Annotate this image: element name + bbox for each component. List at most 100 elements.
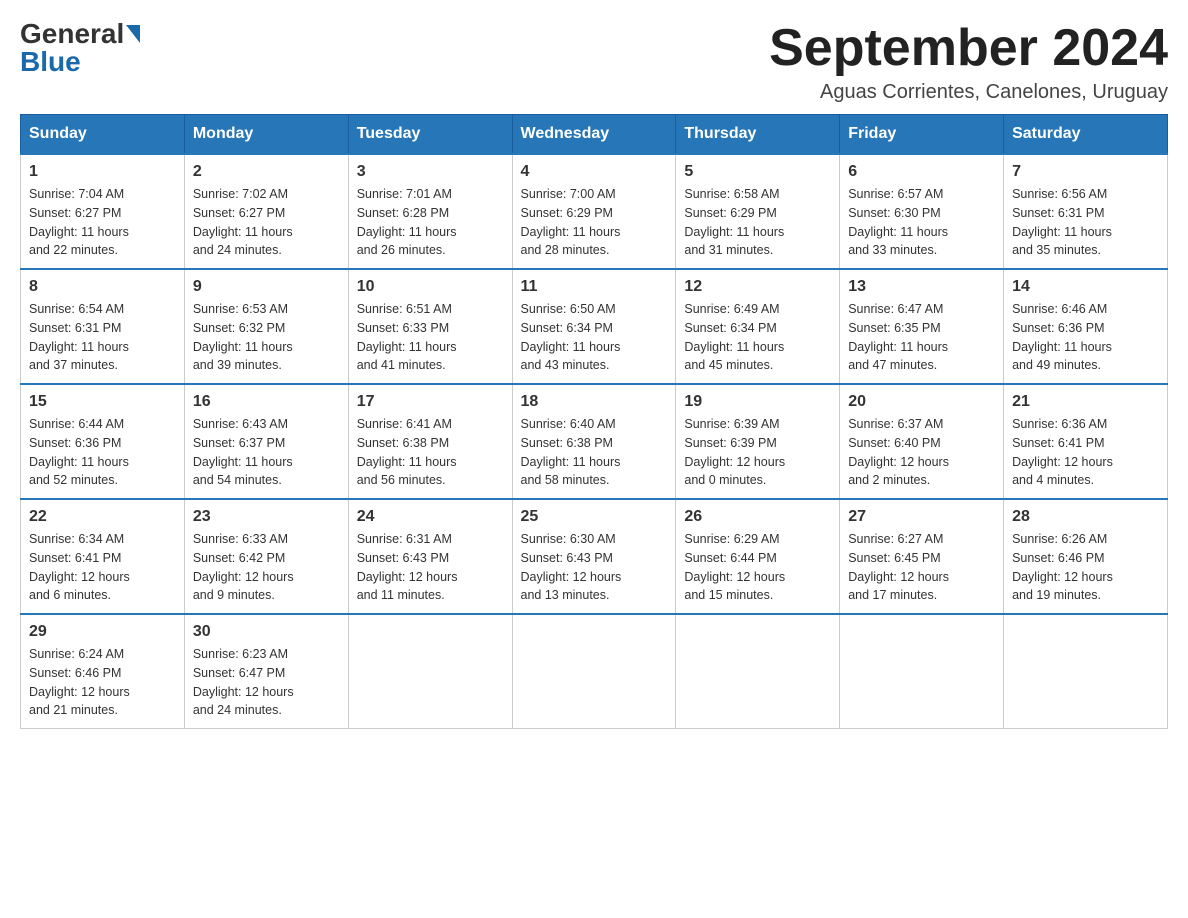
day-number: 24 bbox=[357, 508, 504, 526]
day-info: Sunrise: 6:49 AM Sunset: 6:34 PM Dayligh… bbox=[684, 300, 831, 375]
day-info: Sunrise: 7:04 AM Sunset: 6:27 PM Dayligh… bbox=[29, 185, 176, 260]
day-number: 18 bbox=[521, 393, 668, 411]
logo-arrow-icon bbox=[126, 25, 140, 43]
day-info: Sunrise: 6:44 AM Sunset: 6:36 PM Dayligh… bbox=[29, 415, 176, 490]
day-info: Sunrise: 6:58 AM Sunset: 6:29 PM Dayligh… bbox=[684, 185, 831, 260]
day-number: 20 bbox=[848, 393, 995, 411]
calendar-cell: 20 Sunrise: 6:37 AM Sunset: 6:40 PM Dayli… bbox=[840, 384, 1004, 499]
day-number: 11 bbox=[521, 278, 668, 296]
day-info: Sunrise: 6:46 AM Sunset: 6:36 PM Dayligh… bbox=[1012, 300, 1159, 375]
calendar-cell: 6Sunrise: 6:57 AM Sunset: 6:30 PM Daylig… bbox=[840, 154, 1004, 269]
calendar-cell: 1 Sunrise: 7:04 AM Sunset: 6:27 PM Daylig… bbox=[21, 154, 185, 269]
calendar-header: SundayMondayTuesdayWednesdayThursdayFrid… bbox=[21, 115, 1168, 155]
calendar-cell: 8 Sunrise: 6:54 AM Sunset: 6:31 PM Daylig… bbox=[21, 269, 185, 384]
calendar-cell: 11 Sunrise: 6:50 AM Sunset: 6:34 PM Dayli… bbox=[512, 269, 676, 384]
day-info: Sunrise: 6:54 AM Sunset: 6:31 PM Dayligh… bbox=[29, 300, 176, 375]
calendar-cell: 7 Sunrise: 6:56 AM Sunset: 6:31 PM Daylig… bbox=[1004, 154, 1168, 269]
day-number: 7 bbox=[1012, 163, 1159, 181]
calendar-cell: 13 Sunrise: 6:47 AM Sunset: 6:35 PM Dayli… bbox=[840, 269, 1004, 384]
day-number: 4 bbox=[521, 163, 668, 181]
calendar-cell bbox=[1004, 614, 1168, 729]
day-info: Sunrise: 7:01 AM Sunset: 6:28 PM Dayligh… bbox=[357, 185, 504, 260]
day-number: 9 bbox=[193, 278, 340, 296]
day-number: 28 bbox=[1012, 508, 1159, 526]
day-number: 29 bbox=[29, 623, 176, 641]
day-number: 1 bbox=[29, 163, 176, 181]
calendar-cell: 18 Sunrise: 6:40 AM Sunset: 6:38 PM Dayli… bbox=[512, 384, 676, 499]
day-number: 27 bbox=[848, 508, 995, 526]
day-info: Sunrise: 6:40 AM Sunset: 6:38 PM Dayligh… bbox=[521, 415, 668, 490]
calendar-cell: 2 Sunrise: 7:02 AM Sunset: 6:27 PM Daylig… bbox=[184, 154, 348, 269]
week-row-1: 1 Sunrise: 7:04 AM Sunset: 6:27 PM Daylig… bbox=[21, 154, 1168, 269]
day-info: Sunrise: 6:34 AM Sunset: 6:41 PM Dayligh… bbox=[29, 530, 176, 605]
calendar-cell: 15 Sunrise: 6:44 AM Sunset: 6:36 PM Dayli… bbox=[21, 384, 185, 499]
header-cell-sunday: Sunday bbox=[21, 115, 185, 155]
day-info: Sunrise: 6:43 AM Sunset: 6:37 PM Dayligh… bbox=[193, 415, 340, 490]
day-info: Sunrise: 6:53 AM Sunset: 6:32 PM Dayligh… bbox=[193, 300, 340, 375]
day-number: 5 bbox=[684, 163, 831, 181]
day-number: 10 bbox=[357, 278, 504, 296]
day-info: Sunrise: 7:02 AM Sunset: 6:27 PM Dayligh… bbox=[193, 185, 340, 260]
week-row-4: 22 Sunrise: 6:34 AM Sunset: 6:41 PM Dayli… bbox=[21, 499, 1168, 614]
day-info: Sunrise: 6:41 AM Sunset: 6:38 PM Dayligh… bbox=[357, 415, 504, 490]
calendar-cell: 5 Sunrise: 6:58 AM Sunset: 6:29 PM Daylig… bbox=[676, 154, 840, 269]
week-row-3: 15 Sunrise: 6:44 AM Sunset: 6:36 PM Dayli… bbox=[21, 384, 1168, 499]
day-number: 12 bbox=[684, 278, 831, 296]
calendar-cell: 3Sunrise: 7:01 AM Sunset: 6:28 PM Daylig… bbox=[348, 154, 512, 269]
calendar-cell: 17 Sunrise: 6:41 AM Sunset: 6:38 PM Dayli… bbox=[348, 384, 512, 499]
logo-general-text: General bbox=[20, 20, 124, 48]
header-cell-wednesday: Wednesday bbox=[512, 115, 676, 155]
day-number: 17 bbox=[357, 393, 504, 411]
header-cell-saturday: Saturday bbox=[1004, 115, 1168, 155]
logo: General Blue bbox=[20, 20, 140, 76]
calendar-cell: 25 Sunrise: 6:30 AM Sunset: 6:43 PM Dayli… bbox=[512, 499, 676, 614]
logo-blue-text: Blue bbox=[20, 48, 81, 76]
header-row: SundayMondayTuesdayWednesdayThursdayFrid… bbox=[21, 115, 1168, 155]
day-number: 15 bbox=[29, 393, 176, 411]
page-header: General Blue September 2024 Aguas Corrie… bbox=[20, 20, 1168, 104]
calendar-cell: 19Sunrise: 6:39 AM Sunset: 6:39 PM Dayli… bbox=[676, 384, 840, 499]
calendar-cell: 22 Sunrise: 6:34 AM Sunset: 6:41 PM Dayli… bbox=[21, 499, 185, 614]
day-number: 2 bbox=[193, 163, 340, 181]
day-info: Sunrise: 6:31 AM Sunset: 6:43 PM Dayligh… bbox=[357, 530, 504, 605]
calendar-cell: 29 Sunrise: 6:24 AM Sunset: 6:46 PM Dayli… bbox=[21, 614, 185, 729]
day-number: 16 bbox=[193, 393, 340, 411]
day-info: Sunrise: 6:26 AM Sunset: 6:46 PM Dayligh… bbox=[1012, 530, 1159, 605]
calendar-cell: 16 Sunrise: 6:43 AM Sunset: 6:37 PM Dayli… bbox=[184, 384, 348, 499]
day-info: Sunrise: 6:57 AM Sunset: 6:30 PM Dayligh… bbox=[848, 185, 995, 260]
day-info: Sunrise: 6:47 AM Sunset: 6:35 PM Dayligh… bbox=[848, 300, 995, 375]
day-info: Sunrise: 6:50 AM Sunset: 6:34 PM Dayligh… bbox=[521, 300, 668, 375]
day-info: Sunrise: 6:30 AM Sunset: 6:43 PM Dayligh… bbox=[521, 530, 668, 605]
day-number: 8 bbox=[29, 278, 176, 296]
week-row-2: 8 Sunrise: 6:54 AM Sunset: 6:31 PM Daylig… bbox=[21, 269, 1168, 384]
day-info: Sunrise: 6:24 AM Sunset: 6:46 PM Dayligh… bbox=[29, 645, 176, 720]
title-block: September 2024 Aguas Corrientes, Canelon… bbox=[769, 20, 1168, 104]
header-cell-monday: Monday bbox=[184, 115, 348, 155]
calendar-cell bbox=[840, 614, 1004, 729]
day-info: Sunrise: 6:23 AM Sunset: 6:47 PM Dayligh… bbox=[193, 645, 340, 720]
calendar-cell bbox=[348, 614, 512, 729]
calendar-cell: 4 Sunrise: 7:00 AM Sunset: 6:29 PM Daylig… bbox=[512, 154, 676, 269]
calendar-cell: 26Sunrise: 6:29 AM Sunset: 6:44 PM Dayli… bbox=[676, 499, 840, 614]
header-cell-friday: Friday bbox=[840, 115, 1004, 155]
day-number: 25 bbox=[521, 508, 668, 526]
calendar-cell: 14Sunrise: 6:46 AM Sunset: 6:36 PM Dayli… bbox=[1004, 269, 1168, 384]
day-info: Sunrise: 6:29 AM Sunset: 6:44 PM Dayligh… bbox=[684, 530, 831, 605]
calendar-cell: 10Sunrise: 6:51 AM Sunset: 6:33 PM Dayli… bbox=[348, 269, 512, 384]
day-info: Sunrise: 6:56 AM Sunset: 6:31 PM Dayligh… bbox=[1012, 185, 1159, 260]
week-row-5: 29 Sunrise: 6:24 AM Sunset: 6:46 PM Dayli… bbox=[21, 614, 1168, 729]
calendar-body: 1 Sunrise: 7:04 AM Sunset: 6:27 PM Daylig… bbox=[21, 154, 1168, 729]
day-info: Sunrise: 6:37 AM Sunset: 6:40 PM Dayligh… bbox=[848, 415, 995, 490]
day-number: 23 bbox=[193, 508, 340, 526]
calendar-cell: 23Sunrise: 6:33 AM Sunset: 6:42 PM Dayli… bbox=[184, 499, 348, 614]
calendar-cell: 28 Sunrise: 6:26 AM Sunset: 6:46 PM Dayli… bbox=[1004, 499, 1168, 614]
day-number: 21 bbox=[1012, 393, 1159, 411]
header-cell-thursday: Thursday bbox=[676, 115, 840, 155]
calendar-cell bbox=[512, 614, 676, 729]
header-cell-tuesday: Tuesday bbox=[348, 115, 512, 155]
day-number: 13 bbox=[848, 278, 995, 296]
calendar-cell: 27Sunrise: 6:27 AM Sunset: 6:45 PM Dayli… bbox=[840, 499, 1004, 614]
month-title: September 2024 bbox=[769, 20, 1168, 77]
day-number: 22 bbox=[29, 508, 176, 526]
day-info: Sunrise: 7:00 AM Sunset: 6:29 PM Dayligh… bbox=[521, 185, 668, 260]
